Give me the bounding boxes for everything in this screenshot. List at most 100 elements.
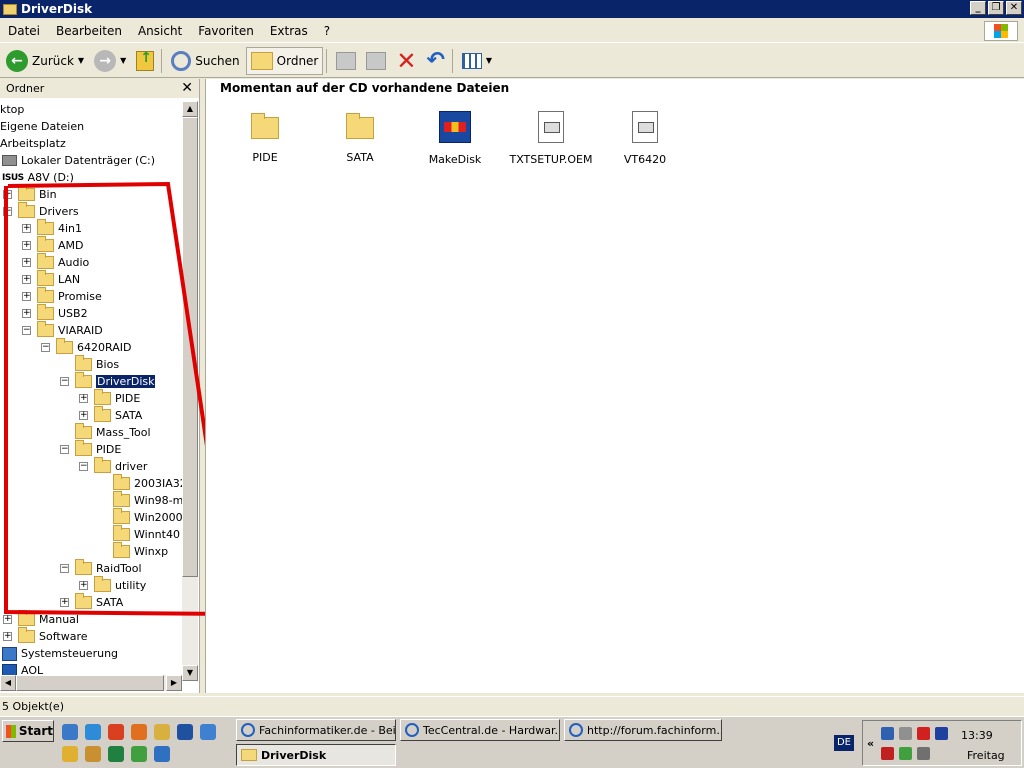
expand-icon[interactable]: +: [22, 224, 31, 233]
tree-label[interactable]: USB2: [58, 307, 88, 320]
tree-label[interactable]: utility: [115, 579, 146, 592]
tree-node-raidtool[interactable]: − RaidTool: [60, 559, 142, 577]
quicklaunch-key-icon[interactable]: [62, 746, 78, 762]
tree-vertical-scrollbar[interactable]: ▲ ▼: [182, 101, 198, 681]
tree-label[interactable]: PIDE: [96, 443, 121, 456]
dropdown-arrow-icon[interactable]: ▼: [120, 56, 126, 65]
tree-label[interactable]: LAN: [58, 273, 80, 286]
quicklaunch-app-icon[interactable]: [154, 746, 170, 762]
tree-label[interactable]: 6420RAID: [77, 341, 131, 354]
tree-node-arbeitsplatz[interactable]: Arbeitsplatz: [0, 135, 66, 152]
tree-node-win98-me[interactable]: Win98-me: [113, 491, 182, 509]
tree-node-utility[interactable]: + utility: [79, 576, 146, 594]
quicklaunch-icq-icon[interactable]: [131, 746, 147, 762]
expand-icon[interactable]: +: [22, 275, 31, 284]
quicklaunch-app-icon[interactable]: [62, 724, 78, 740]
menu-help[interactable]: ?: [316, 24, 338, 38]
tree-node-driverdisk[interactable]: − DriverDisk: [60, 372, 156, 390]
expand-icon[interactable]: +: [3, 190, 12, 199]
quicklaunch-app-icon[interactable]: [154, 724, 170, 740]
tree-node-usb2[interactable]: + USB2: [22, 304, 88, 322]
expand-icon[interactable]: +: [79, 411, 88, 420]
tree-node-viaraid[interactable]: − VIARAID: [22, 321, 103, 339]
tree-node-promise[interactable]: + Promise: [22, 287, 102, 305]
folders-button[interactable]: Ordner: [245, 46, 324, 75]
tree-label[interactable]: 2003IA32: [134, 477, 182, 490]
expand-icon[interactable]: +: [79, 394, 88, 403]
tree-label[interactable]: Bios: [96, 358, 119, 371]
quicklaunch-app-icon[interactable]: [85, 746, 101, 762]
tree-node-6420raid[interactable]: − 6420RAID: [41, 338, 131, 356]
language-indicator[interactable]: DE: [834, 735, 854, 751]
quicklaunch-app-icon[interactable]: [200, 724, 216, 740]
tree-horizontal-scrollbar[interactable]: ◀ ▶: [0, 675, 182, 691]
tree-node-lan[interactable]: + LAN: [22, 270, 80, 288]
tree-label[interactable]: AMD: [58, 239, 84, 252]
file-item-pide[interactable]: PIDE: [220, 111, 310, 164]
tree-label[interactable]: Software: [39, 630, 88, 643]
expand-icon[interactable]: +: [22, 292, 31, 301]
search-button[interactable]: Suchen: [167, 47, 243, 75]
tree-label-selected[interactable]: DriverDisk: [96, 375, 156, 388]
expand-icon[interactable]: +: [79, 581, 88, 590]
scroll-thumb[interactable]: [16, 675, 164, 691]
tree-label[interactable]: Drivers: [39, 205, 79, 218]
delete-button[interactable]: ✕: [392, 47, 420, 75]
scroll-thumb[interactable]: [182, 117, 198, 577]
menu-datei[interactable]: Datei: [0, 24, 48, 38]
antivirus-icon[interactable]: [917, 727, 930, 740]
collapse-icon[interactable]: −: [60, 445, 69, 454]
tree-label[interactable]: Lokaler Datenträger (C:): [21, 154, 155, 167]
menu-ansicht[interactable]: Ansicht: [130, 24, 190, 38]
scroll-up-icon[interactable]: ▲: [182, 101, 198, 117]
collapse-icon[interactable]: −: [60, 377, 69, 386]
up-button[interactable]: [132, 47, 158, 75]
tree-label[interactable]: Arbeitsplatz: [0, 137, 66, 150]
tree-label[interactable]: VIARAID: [58, 324, 103, 337]
taskbar-button-driverdisk[interactable]: DriverDisk: [236, 744, 396, 766]
tree-node-2003ia32[interactable]: 2003IA32: [113, 474, 182, 492]
expand-icon[interactable]: +: [3, 615, 12, 624]
tree-node-eigene-dateien[interactable]: Eigene Dateien: [0, 118, 84, 135]
close-icon[interactable]: ✕: [181, 80, 193, 96]
tree-label[interactable]: ktop: [0, 103, 24, 116]
tree-node-drivers[interactable]: − Drivers: [3, 202, 79, 220]
tree-label[interactable]: A8V (D:): [28, 171, 74, 184]
tree-node-driverdisk-pide[interactable]: + PIDE: [79, 389, 140, 407]
tree-label[interactable]: Win98-me: [134, 494, 182, 507]
app-tray-icon[interactable]: [899, 747, 912, 760]
network-icon[interactable]: [881, 727, 894, 740]
file-item-txtsetup-oem[interactable]: TXTSETUP.OEM: [506, 111, 596, 166]
tree-node-drive-c[interactable]: Lokaler Datenträger (C:): [2, 152, 155, 169]
tree-label[interactable]: Winxp: [134, 545, 168, 558]
expand-icon[interactable]: +: [3, 632, 12, 641]
move-to-button[interactable]: [332, 47, 360, 75]
tree-label[interactable]: 4in1: [58, 222, 82, 235]
undo-button[interactable]: ↶: [422, 47, 448, 75]
dropdown-arrow-icon[interactable]: ▼: [78, 56, 84, 65]
tree-node-audio[interactable]: + Audio: [22, 253, 89, 271]
tree-node-driverdisk-sata[interactable]: + SATA: [79, 406, 142, 424]
tree-node-manual[interactable]: + Manual: [3, 610, 79, 628]
expand-icon[interactable]: +: [60, 598, 69, 607]
quicklaunch-ie-icon[interactable]: [85, 724, 101, 740]
tree-label[interactable]: SATA: [96, 596, 123, 609]
file-item-makedisk[interactable]: MakeDisk: [410, 111, 500, 166]
tree-label[interactable]: Winnt40: [134, 528, 180, 541]
tree-label[interactable]: PIDE: [115, 392, 140, 405]
tree-node-drive-d[interactable]: ISUS A8V (D:): [2, 169, 74, 186]
collapse-icon[interactable]: −: [22, 326, 31, 335]
start-button[interactable]: Start: [2, 720, 54, 742]
monitor-icon[interactable]: [917, 747, 930, 760]
quicklaunch-globe-icon[interactable]: [108, 746, 124, 762]
speaker-icon[interactable]: [899, 727, 912, 740]
views-button[interactable]: ▼: [458, 47, 496, 75]
expand-icon[interactable]: +: [22, 241, 31, 250]
expand-icon[interactable]: +: [22, 309, 31, 318]
taskbar-button-teccentral[interactable]: TecCentral.de - Hardwar...: [400, 719, 560, 741]
tree-label[interactable]: driver: [115, 460, 147, 473]
file-item-sata[interactable]: SATA: [315, 111, 405, 164]
tree-label[interactable]: Promise: [58, 290, 102, 303]
clock[interactable]: 13:39: [961, 729, 993, 742]
tree-node-mass-tool[interactable]: Mass_Tool: [75, 423, 151, 441]
